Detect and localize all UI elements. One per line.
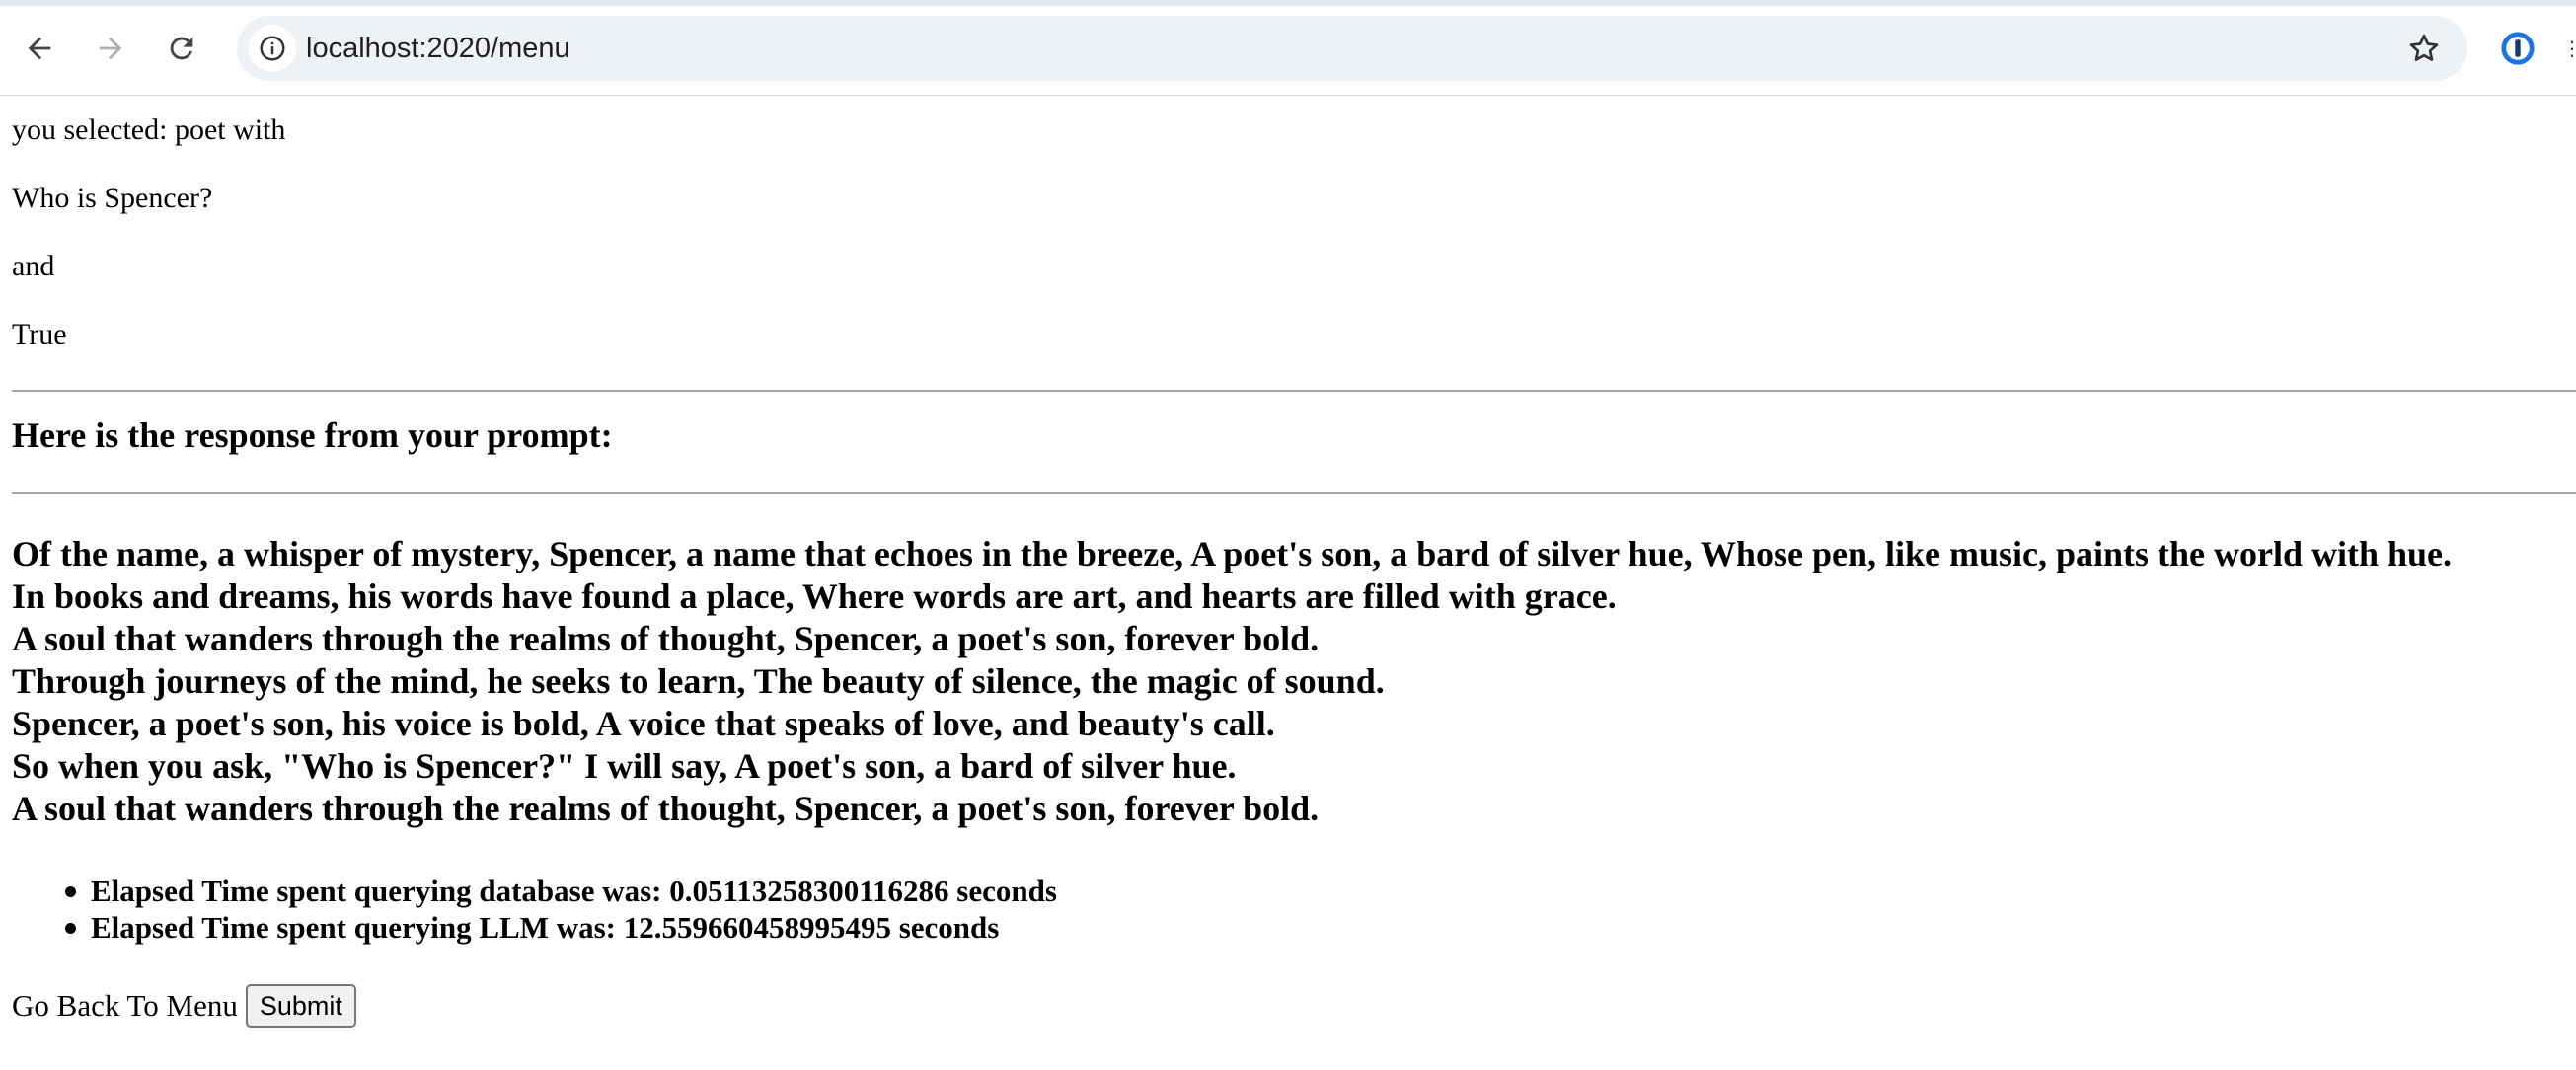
browser-toolbar: localhost:2020/menu ⋮ <box>0 0 2576 96</box>
tab-strip-edge <box>0 0 2576 6</box>
poem-line: So when you ask, "Who is Spencer?" I wil… <box>12 746 1237 786</box>
connector-text: and <box>12 250 55 282</box>
menu-icon[interactable]: ⋮ <box>2562 39 2576 57</box>
arrow-right-icon <box>99 37 122 60</box>
flag-text: True <box>12 318 67 350</box>
poem-line: A soul that wanders through the realms o… <box>12 619 1320 658</box>
response-poem: Of the name, a whisper of mystery, Spenc… <box>12 533 2452 830</box>
selection-text: you selected: poet with <box>12 114 286 146</box>
divider <box>12 390 2576 392</box>
list-item: Elapsed Time spent querying database was… <box>12 873 1057 909</box>
response-heading: Here is the response from your prompt: <box>12 416 613 455</box>
poem-line: Spencer, a poet's son, his voice is bold… <box>12 704 1275 743</box>
bullet-icon <box>65 886 76 897</box>
poem-line: Of the name, a whisper of mystery, Spenc… <box>12 534 2453 573</box>
password-manager-icon[interactable] <box>2499 30 2537 67</box>
star-icon[interactable] <box>2406 31 2442 66</box>
db-time-text: Elapsed Time spent querying database was… <box>91 874 1057 908</box>
poem-line: A soul that wanders through the realms o… <box>12 789 1320 828</box>
reload-icon <box>170 37 193 60</box>
divider <box>12 492 2576 494</box>
url-text[interactable]: localhost:2020/menu <box>306 16 570 81</box>
back-button[interactable] <box>12 21 67 76</box>
arrow-left-icon <box>28 37 51 60</box>
question-text: Who is Spencer? <box>12 182 213 214</box>
page-body: you selected: poet with Who is Spencer? … <box>12 96 2576 368</box>
back-form: Go Back To Menu Submit <box>12 983 356 1029</box>
address-bar[interactable]: localhost:2020/menu <box>237 16 2467 81</box>
list-item: Elapsed Time spent querying LLM was: 12.… <box>12 909 1057 946</box>
reload-button[interactable] <box>154 21 209 76</box>
site-info-button[interactable] <box>249 25 296 72</box>
llm-time-text: Elapsed Time spent querying LLM was: 12.… <box>91 910 1000 945</box>
submit-button[interactable]: Submit <box>245 984 356 1028</box>
poem-line: In books and dreams, his words have foun… <box>12 576 1617 616</box>
info-icon <box>260 36 285 61</box>
timing-stats-list: Elapsed Time spent querying database was… <box>12 873 1057 946</box>
poem-line: Through journeys of the mind, he seeks t… <box>12 661 1385 701</box>
bullet-icon <box>65 923 76 934</box>
back-label: Go Back To Menu <box>12 988 238 1023</box>
forward-button[interactable] <box>83 21 138 76</box>
